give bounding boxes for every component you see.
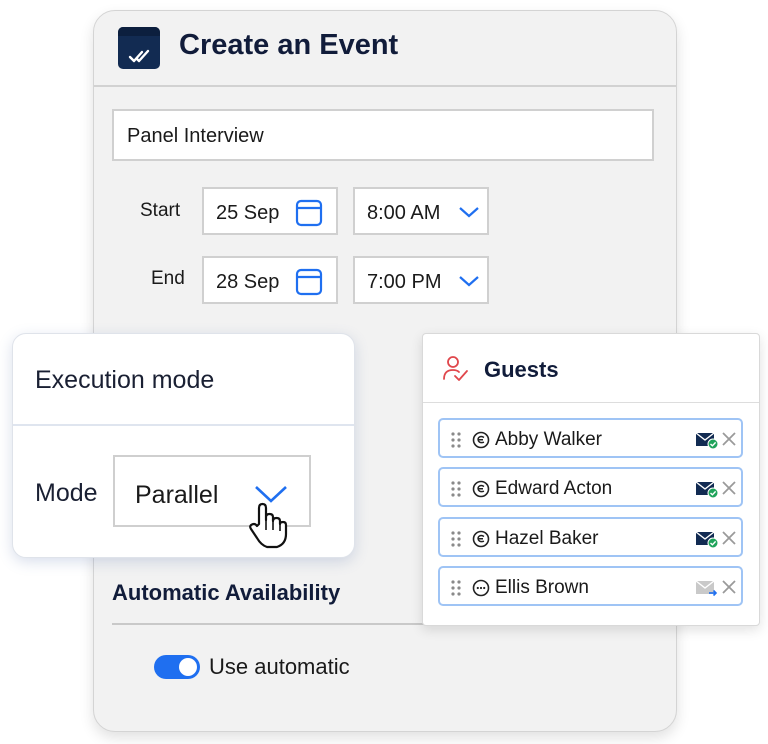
hand-pointer-icon xyxy=(249,502,288,549)
use-automatic-label: Use automatic xyxy=(209,654,350,679)
drag-handle-icon[interactable] xyxy=(450,480,462,498)
page-title: Create an Event xyxy=(179,29,399,61)
guest-name: Hazel Baker xyxy=(495,528,599,549)
guest-row[interactable]: Hazel Baker xyxy=(438,517,743,557)
guest-name: Edward Acton xyxy=(495,478,613,499)
chevron-down-icon xyxy=(459,276,479,287)
guest-row[interactable]: Abby Walker xyxy=(438,418,743,458)
close-icon[interactable] xyxy=(721,480,737,496)
use-automatic-toggle[interactable] xyxy=(154,655,200,679)
drag-handle-icon[interactable] xyxy=(450,530,462,548)
close-icon[interactable] xyxy=(721,530,737,546)
card-header: Create an Event xyxy=(94,11,676,87)
toggle-knob xyxy=(179,658,197,676)
close-icon[interactable] xyxy=(721,431,737,447)
guest-row[interactable]: Ellis Brown xyxy=(438,566,743,606)
execution-divider xyxy=(13,424,354,426)
close-icon[interactable] xyxy=(721,579,737,595)
calendar-icon[interactable] xyxy=(295,199,323,227)
mail-sent-icon[interactable] xyxy=(695,480,719,498)
calendar-icon[interactable] xyxy=(295,268,323,296)
drag-handle-icon[interactable] xyxy=(450,431,462,449)
execution-mode-panel: Execution mode Mode Parallel xyxy=(12,333,355,558)
accepted-status-icon xyxy=(472,480,490,498)
end-time-select[interactable]: 7:00 PM xyxy=(353,256,489,304)
accepted-status-icon xyxy=(472,530,490,548)
start-time-value: 8:00 AM xyxy=(367,202,441,224)
start-date-value: 25 Sep xyxy=(216,202,280,224)
chevron-down-icon xyxy=(459,207,479,218)
execution-mode-title: Execution mode xyxy=(35,366,215,394)
drag-handle-icon[interactable] xyxy=(450,579,462,597)
mail-sent-icon[interactable] xyxy=(695,530,719,548)
availability-section-title: Automatic Availability xyxy=(112,580,341,605)
end-label: End xyxy=(151,268,185,289)
start-time-select[interactable]: 8:00 AM xyxy=(353,187,489,235)
pending-status-icon xyxy=(472,579,490,597)
guest-name: Ellis Brown xyxy=(495,577,589,598)
mode-label: Mode xyxy=(35,479,98,507)
accepted-status-icon xyxy=(472,431,490,449)
end-time-value: 7:00 PM xyxy=(367,271,442,293)
mail-pending-icon[interactable] xyxy=(695,579,719,597)
guests-panel: Guests Abby Walker Edward Acton Hazel Ba… xyxy=(422,333,760,626)
guests-header: Guests xyxy=(423,334,759,403)
mail-sent-icon[interactable] xyxy=(695,431,719,449)
event-title-input[interactable]: Panel Interview xyxy=(112,109,654,161)
end-date-picker[interactable]: 28 Sep xyxy=(202,256,338,304)
calendar-check-icon xyxy=(118,27,160,69)
end-date-value: 28 Sep xyxy=(216,271,280,293)
guests-title: Guests xyxy=(484,357,559,382)
start-date-picker[interactable]: 25 Sep xyxy=(202,187,338,235)
guest-row[interactable]: Edward Acton xyxy=(438,467,743,507)
start-label: Start xyxy=(140,200,181,221)
mode-value: Parallel xyxy=(135,481,219,509)
user-check-icon xyxy=(443,356,468,381)
guest-name: Abby Walker xyxy=(495,429,602,450)
